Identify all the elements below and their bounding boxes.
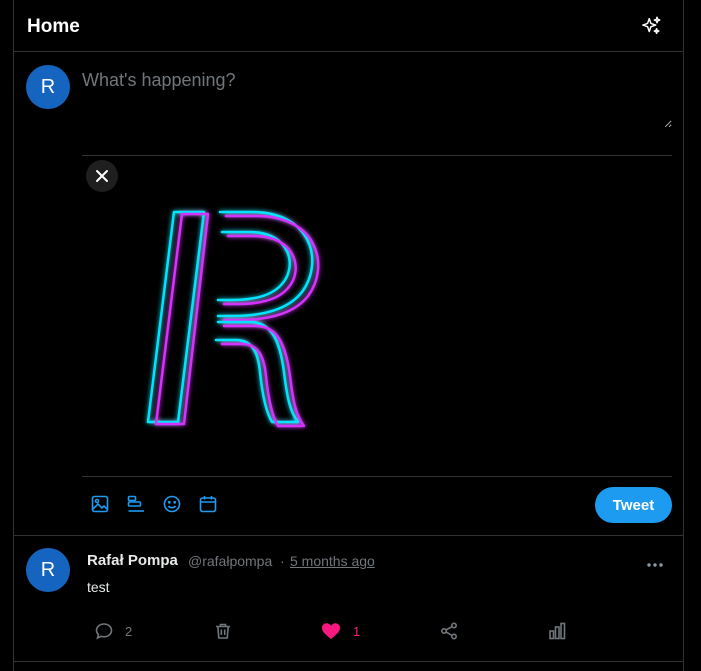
poll-icon[interactable] <box>126 493 146 515</box>
analytics-button[interactable] <box>548 622 566 640</box>
post-author-handle[interactable]: @rafałpompa <box>188 553 272 569</box>
sparkle-icon[interactable] <box>641 15 663 37</box>
trash-icon <box>216 623 230 639</box>
post-text: test <box>87 579 110 595</box>
post-timestamp[interactable]: 5 months ago <box>290 553 375 569</box>
composer-avatar[interactable]: R <box>26 65 70 109</box>
post-separator: · <box>280 553 285 569</box>
image-icon[interactable] <box>90 493 110 515</box>
comment-button[interactable]: 2 <box>95 622 132 640</box>
more-options-icon[interactable] <box>644 556 666 574</box>
neon-r-image <box>146 210 320 428</box>
share-icon <box>440 622 458 640</box>
composer-toolbar <box>90 493 218 515</box>
share-button[interactable] <box>440 622 458 640</box>
emoji-icon[interactable] <box>162 493 182 515</box>
delete-button[interactable] <box>214 622 232 640</box>
post-author-name[interactable]: Rafał Pompa <box>87 552 178 569</box>
tweet-input[interactable] <box>82 62 672 128</box>
comment-icon <box>95 623 113 640</box>
like-count: 1 <box>353 623 361 639</box>
like-button[interactable]: 1 <box>321 622 360 640</box>
timeline-column: Home R What's happening? Tweet R Rafał P… <box>13 0 684 671</box>
heart-icon <box>322 623 340 639</box>
analytics-icon <box>549 622 566 640</box>
divider <box>14 661 683 662</box>
tweet-button[interactable]: Tweet <box>595 487 672 523</box>
comment-count: 2 <box>125 623 133 639</box>
page-title: Home <box>27 16 80 37</box>
divider <box>82 476 672 477</box>
close-icon <box>96 170 108 182</box>
schedule-icon[interactable] <box>198 493 218 515</box>
remove-media-button[interactable] <box>86 160 118 192</box>
post-avatar[interactable]: R <box>26 548 70 592</box>
media-preview <box>82 156 672 476</box>
page-header: Home <box>14 0 683 52</box>
divider <box>14 535 683 536</box>
